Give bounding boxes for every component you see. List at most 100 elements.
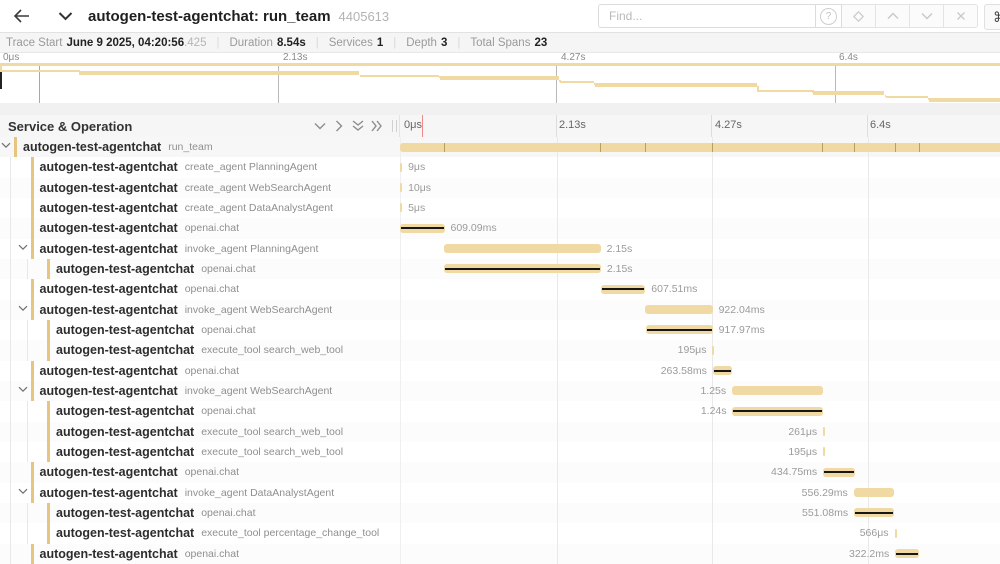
span-timeline-cell[interactable]: 1.25s xyxy=(400,381,1000,401)
span-row[interactable]: autogen-test-agentchatinvoke_agent DataA… xyxy=(0,483,1000,503)
span-bar[interactable] xyxy=(400,143,1000,152)
span-timeline-cell[interactable]: 2.15s xyxy=(400,239,1000,259)
span-timeline-cell[interactable]: 922.04ms xyxy=(400,300,1000,320)
diamond-icon[interactable] xyxy=(842,4,876,28)
collapse-chevron-icon[interactable] xyxy=(18,244,28,251)
span-bar[interactable] xyxy=(712,346,714,355)
span-row[interactable]: autogen-test-agentchatexecute_tool perce… xyxy=(0,523,1000,543)
span-bar[interactable] xyxy=(400,224,444,233)
span-bar[interactable] xyxy=(645,305,712,314)
span-name-cell[interactable]: autogen-test-agentchatinvoke_agent WebSe… xyxy=(0,300,400,320)
prev-result-button[interactable] xyxy=(876,4,910,28)
span-row[interactable]: autogen-test-agentchatrun_team8.54s xyxy=(0,137,1000,157)
span-timeline-cell[interactable]: 566μs xyxy=(400,523,1000,543)
span-rows-container[interactable]: autogen-test-agentchatrun_team8.54sautog… xyxy=(0,137,1000,564)
span-row[interactable]: autogen-test-agentchatopenai.chat2.15s xyxy=(0,259,1000,279)
span-row[interactable]: autogen-test-agentchatexecute_tool searc… xyxy=(0,340,1000,360)
span-bar[interactable] xyxy=(732,386,823,395)
span-name-cell[interactable]: autogen-test-agentchatcreate_agent DataA… xyxy=(0,198,400,218)
span-timeline-cell[interactable]: 261μs xyxy=(400,422,1000,442)
span-bar[interactable] xyxy=(823,427,825,436)
span-name-cell[interactable]: autogen-test-agentchatopenai.chat xyxy=(0,218,400,238)
span-bar[interactable] xyxy=(713,366,732,375)
span-bar[interactable] xyxy=(895,549,918,558)
span-timeline-cell[interactable]: 607.51ms xyxy=(400,279,1000,299)
timeline-header[interactable]: 0μs 2.13s 4.27s 6.4s xyxy=(400,115,1000,137)
collapse-chevron-icon[interactable] xyxy=(18,488,28,495)
span-bar[interactable] xyxy=(400,203,402,212)
span-name-cell[interactable]: autogen-test-agentchatopenai.chat xyxy=(0,544,400,564)
span-bar[interactable] xyxy=(444,264,601,273)
span-name-cell[interactable]: autogen-test-agentchatopenai.chat xyxy=(0,320,400,340)
span-name-cell[interactable]: autogen-test-agentchatopenai.chat xyxy=(0,462,400,482)
span-name-cell[interactable]: autogen-test-agentchatinvoke_agent WebSe… xyxy=(0,381,400,401)
span-row[interactable]: autogen-test-agentchatexecute_tool searc… xyxy=(0,422,1000,442)
span-name-cell[interactable]: autogen-test-agentchatexecute_tool searc… xyxy=(0,340,400,360)
span-name-cell[interactable]: autogen-test-agentchatrun_team xyxy=(0,137,400,157)
collapse-chevron-icon[interactable] xyxy=(18,386,28,393)
help-icon[interactable]: ? xyxy=(815,4,842,28)
span-timeline-cell[interactable]: 322.2ms xyxy=(400,544,1000,564)
span-name-cell[interactable]: autogen-test-agentchatexecute_tool perce… xyxy=(0,523,400,543)
minimap-canvas[interactable] xyxy=(0,63,1000,104)
span-name-cell[interactable]: autogen-test-agentchatcreate_agent Plann… xyxy=(0,157,400,177)
span-timeline-cell[interactable]: 195μs xyxy=(400,442,1000,462)
span-name-cell[interactable]: autogen-test-agentchatopenai.chat xyxy=(0,259,400,279)
span-bar[interactable] xyxy=(854,488,895,497)
span-timeline-cell[interactable]: 10μs xyxy=(400,178,1000,198)
span-name-cell[interactable]: autogen-test-agentchatinvoke_agent Plann… xyxy=(0,239,400,259)
next-result-button[interactable] xyxy=(910,4,944,28)
collapse-one-chevron-down-icon[interactable] xyxy=(310,115,329,137)
span-name-cell[interactable]: autogen-test-agentchatexecute_tool searc… xyxy=(0,422,400,442)
span-name-cell[interactable]: autogen-test-agentchatinvoke_agent DataA… xyxy=(0,483,400,503)
span-row[interactable]: autogen-test-agentchatinvoke_agent WebSe… xyxy=(0,300,1000,320)
span-row[interactable]: autogen-test-agentchatinvoke_agent Plann… xyxy=(0,239,1000,259)
expand-all-double-chevron-right-icon[interactable] xyxy=(367,115,386,137)
span-name-cell[interactable]: autogen-test-agentchatopenai.chat xyxy=(0,361,400,381)
span-name-cell[interactable]: autogen-test-agentchatopenai.chat xyxy=(0,279,400,299)
collapse-chevron-icon[interactable] xyxy=(1,142,11,149)
span-timeline-cell[interactable]: 5μs xyxy=(400,198,1000,218)
span-row[interactable]: autogen-test-agentchatcreate_agent DataA… xyxy=(0,198,1000,218)
span-timeline-cell[interactable]: 9μs xyxy=(400,157,1000,177)
span-row[interactable]: autogen-test-agentchatcreate_agent Plann… xyxy=(0,157,1000,177)
span-bar[interactable] xyxy=(732,407,822,416)
find-input[interactable] xyxy=(598,4,815,28)
collapse-all-double-chevron-down-icon[interactable] xyxy=(348,115,367,137)
span-row[interactable]: autogen-test-agentchatexecute_tool searc… xyxy=(0,442,1000,462)
pane-splitter-handle[interactable] xyxy=(390,115,399,137)
span-timeline-cell[interactable]: 917.97ms xyxy=(400,320,1000,340)
span-bar[interactable] xyxy=(646,325,713,334)
span-row[interactable]: autogen-test-agentchatopenai.chat551.08m… xyxy=(0,503,1000,523)
span-row[interactable]: autogen-test-agentchatopenai.chat609.09m… xyxy=(0,218,1000,238)
span-bar[interactable] xyxy=(400,163,402,172)
span-timeline-cell[interactable]: 434.75ms xyxy=(400,462,1000,482)
span-timeline-cell[interactable]: 1.24s xyxy=(400,401,1000,421)
span-row[interactable]: autogen-test-agentchatopenai.chat263.58m… xyxy=(0,361,1000,381)
span-timeline-cell[interactable]: 609.09ms xyxy=(400,218,1000,238)
span-row[interactable]: autogen-test-agentchatopenai.chat607.51m… xyxy=(0,279,1000,299)
span-name-cell[interactable]: autogen-test-agentchatopenai.chat xyxy=(0,503,400,523)
span-timeline-cell[interactable]: 556.29ms xyxy=(400,483,1000,503)
span-timeline-cell[interactable]: 2.15s xyxy=(400,259,1000,279)
span-bar[interactable] xyxy=(823,447,825,456)
span-row[interactable]: autogen-test-agentchatopenai.chat917.97m… xyxy=(0,320,1000,340)
command-key-icon[interactable]: ⌘ xyxy=(984,4,1000,30)
span-bar[interactable] xyxy=(444,244,601,253)
span-timeline-cell[interactable]: 263.58ms xyxy=(400,361,1000,381)
span-row[interactable]: autogen-test-agentchatopenai.chat434.75m… xyxy=(0,462,1000,482)
span-name-cell[interactable]: autogen-test-agentchatopenai.chat xyxy=(0,401,400,421)
span-row[interactable]: autogen-test-agentchatopenai.chat322.2ms xyxy=(0,544,1000,564)
span-bar[interactable] xyxy=(601,285,645,294)
span-row[interactable]: autogen-test-agentchatcreate_agent WebSe… xyxy=(0,178,1000,198)
span-bar[interactable] xyxy=(823,468,855,477)
span-bar[interactable] xyxy=(895,529,897,538)
span-timeline-cell[interactable]: 551.08ms xyxy=(400,503,1000,523)
collapse-chevron-icon[interactable] xyxy=(18,305,28,312)
span-name-cell[interactable]: autogen-test-agentchatexecute_tool searc… xyxy=(0,442,400,462)
back-arrow-icon[interactable] xyxy=(6,0,36,32)
expand-one-chevron-right-icon[interactable] xyxy=(329,115,348,137)
span-timeline-cell[interactable]: 195μs xyxy=(400,340,1000,360)
span-row[interactable]: autogen-test-agentchatopenai.chat1.24s xyxy=(0,401,1000,421)
span-bar[interactable] xyxy=(400,183,402,192)
